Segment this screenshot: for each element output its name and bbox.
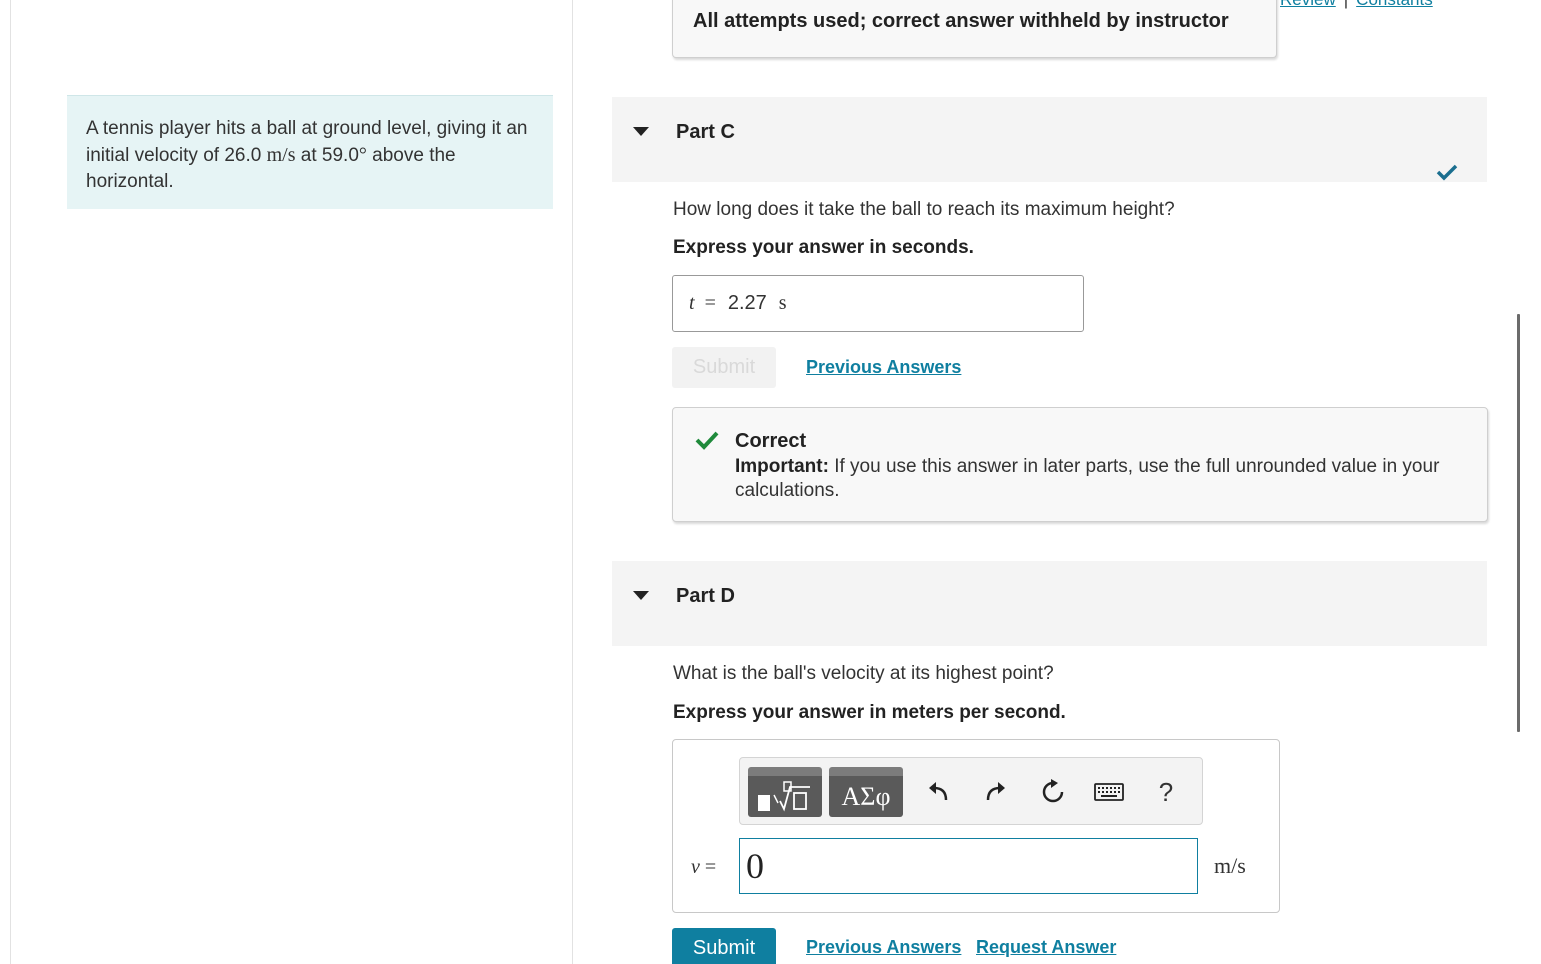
reset-icon[interactable] (1037, 776, 1069, 808)
greek-icon[interactable]: ΑΣφ (829, 767, 903, 817)
input-variable: v (691, 856, 700, 878)
feedback-important-label: Important: (735, 456, 829, 477)
feedback-title: Correct (735, 430, 807, 452)
help-icon[interactable]: ? (1150, 776, 1182, 808)
velocity-answer-input[interactable]: 0 (739, 838, 1198, 894)
link-separator: | (1344, 0, 1348, 9)
part-d-header[interactable]: Part D (612, 561, 1487, 646)
undo-icon[interactable] (922, 776, 954, 808)
part-d-instruction: Express your answer in meters per second… (673, 702, 1066, 723)
part-d-submit-button[interactable]: Submit (672, 928, 776, 964)
scrollbar-thumb[interactable] (1517, 314, 1520, 732)
part-c-feedback: Correct Important: If you use this answe… (672, 407, 1488, 522)
input-variable-label: v = (691, 856, 716, 879)
feedback-message: Important: If you use this answer in lat… (735, 455, 1475, 503)
redo-icon[interactable] (980, 776, 1012, 808)
input-equals: = (704, 856, 717, 878)
collapse-triangle-icon[interactable] (633, 127, 649, 136)
review-link[interactable]: Review (1280, 0, 1336, 9)
equation-editor: ΑΣφ ? v = 0 m/s (672, 739, 1280, 913)
previous-part-status: All attempts used; correct answer withhe… (672, 0, 1277, 58)
part-d-title: Part D (676, 585, 735, 607)
answer-equals: = (704, 292, 716, 314)
request-answer-link[interactable]: Request Answer (976, 937, 1116, 958)
keyboard-icon[interactable] (1093, 776, 1125, 808)
part-d-question: What is the ball's velocity at its highe… (673, 663, 1054, 684)
answer-value: 2.27 (727, 292, 767, 314)
problem-degree: ° (358, 144, 367, 166)
answer-variable: t (689, 292, 695, 314)
part-c-header[interactable]: Part C (612, 97, 1487, 182)
constants-link[interactable]: Constants (1356, 0, 1433, 9)
correct-checkmark-icon (695, 430, 719, 455)
input-unit: m/s (1214, 853, 1246, 878)
equation-toolbar: ΑΣφ ? (739, 757, 1203, 825)
top-links: Review | Constants (1250, 0, 1433, 9)
part-c-previous-answers-link[interactable]: Previous Answers (806, 357, 961, 378)
left-column-border (10, 0, 11, 964)
part-d-previous-answers-link[interactable]: Previous Answers (806, 937, 961, 958)
collapse-triangle-icon[interactable] (633, 591, 649, 600)
problem-text-mid: at 59.0 (295, 145, 359, 166)
answer-unit: s (778, 292, 787, 314)
problem-statement: A tennis player hits a ball at ground le… (67, 95, 553, 209)
part-c-instruction: Express your answer in seconds. (673, 237, 974, 258)
feedback-message-text: If you use this answer in later parts, u… (735, 456, 1440, 501)
part-c-title: Part C (676, 121, 735, 143)
part-c-submit-button[interactable]: Submit (672, 347, 776, 388)
problem-unit: m/s (266, 144, 296, 166)
checkmark-icon (1436, 163, 1458, 186)
part-c-answer-display: t = 2.27 s (672, 275, 1084, 332)
part-c-question: How long does it take the ball to reach … (673, 199, 1175, 220)
column-divider (572, 0, 573, 964)
templates-icon[interactable] (748, 767, 822, 817)
